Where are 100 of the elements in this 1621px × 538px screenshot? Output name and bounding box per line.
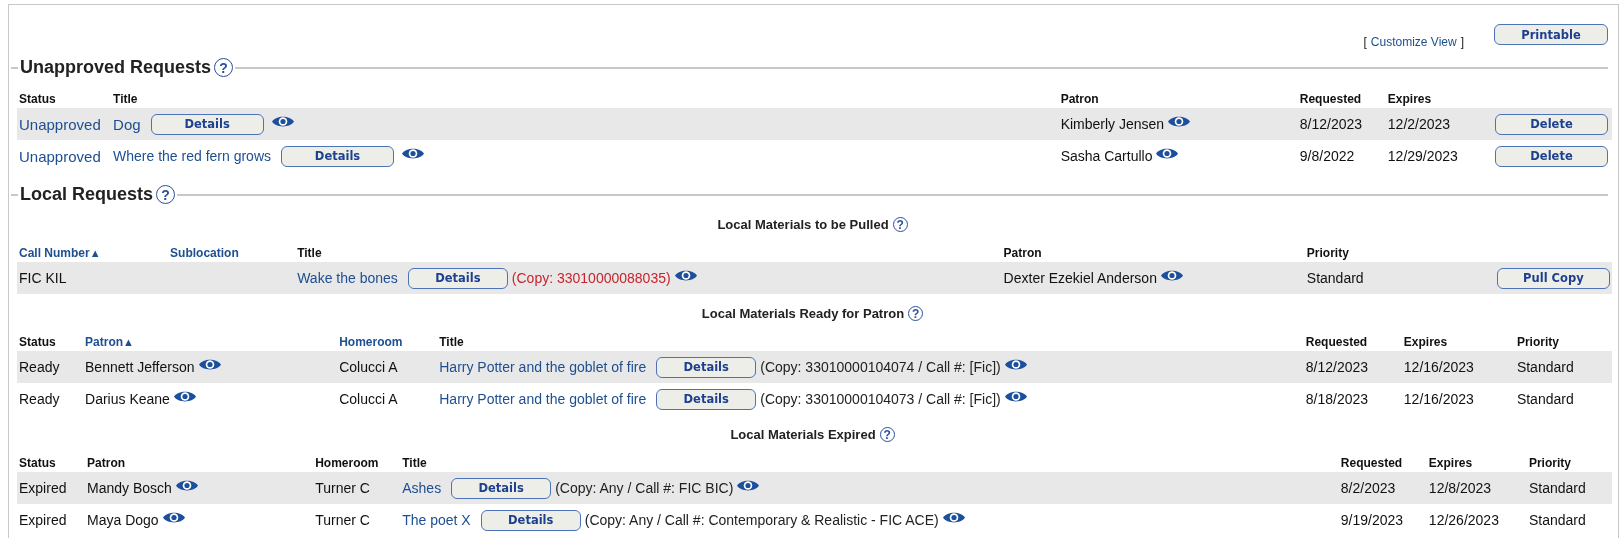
table-cell: Colucci A <box>339 359 398 375</box>
title-link[interactable]: Harry Potter and the goblet of fire <box>439 359 647 375</box>
column-header: Priority <box>1528 456 1571 470</box>
action-button[interactable]: Pull Copy <box>1496 267 1610 289</box>
title-link[interactable]: The poet X <box>402 512 471 528</box>
copy-info: (Copy: Any / Call #: FIC BIC) <box>555 480 734 496</box>
column-header[interactable]: Call Number▲ <box>19 246 101 260</box>
table-cell: Turner C <box>315 480 370 496</box>
table-cell: 12/16/2023 <box>1403 391 1474 407</box>
column-header: Priority <box>1516 335 1559 349</box>
eye-icon[interactable] <box>1167 114 1192 129</box>
eye-icon[interactable] <box>161 510 186 525</box>
patron-name: Mandy Bosch <box>87 480 172 496</box>
table-cell: 9/8/2022 <box>1299 148 1355 164</box>
column-header: Title <box>297 246 322 260</box>
table-cell: Ready <box>19 359 60 375</box>
section-title: Unapproved Requests <box>19 57 213 78</box>
eye-icon[interactable] <box>673 268 698 283</box>
details-button[interactable]: Details <box>150 113 264 135</box>
table-cell: Turner C <box>315 512 370 528</box>
section-title: Local Requests <box>19 184 155 205</box>
eye-icon[interactable] <box>172 389 197 404</box>
table-heading: Local Materials Expired <box>730 427 876 442</box>
table-cell: 12/16/2023 <box>1403 359 1474 375</box>
title-link[interactable]: Where the red fern grows <box>113 148 271 164</box>
table-heading: Local Materials Ready for Patron <box>701 306 905 321</box>
column-header: Requested <box>1299 92 1362 106</box>
table-heading: Local Materials to be Pulled <box>717 217 889 232</box>
title-link[interactable]: Harry Potter and the goblet of fire <box>439 391 647 407</box>
title-link[interactable]: Ashes <box>402 480 442 496</box>
column-header: Expires <box>1428 456 1473 470</box>
copy-info: (Copy: Any / Call #: Contemporary & Realistic - FIC ACE) <box>584 512 939 528</box>
column-header[interactable]: Homeroom <box>339 335 403 349</box>
column-header: Title <box>113 92 138 106</box>
details-button[interactable]: Details <box>281 145 394 167</box>
table-cell: 12/2/2023 <box>1387 116 1451 132</box>
details-button[interactable]: Details <box>480 509 581 531</box>
eye-icon[interactable] <box>1003 389 1028 404</box>
table-cell: 8/12/2023 <box>1299 116 1363 132</box>
copy-info: (Copy: 33010000104073 / Call #: [Fic]) <box>760 391 1001 407</box>
patron-name: Dexter Ezekiel Anderson <box>1003 270 1157 286</box>
table-cell: 12/26/2023 <box>1428 512 1499 528</box>
patron-name: Bennett Jefferson <box>85 359 195 375</box>
sort-arrow-icon[interactable]: ▲ <box>89 247 101 259</box>
details-button[interactable]: Details <box>451 477 552 499</box>
table-cell: 12/29/2023 <box>1387 148 1458 164</box>
column-header[interactable]: Sublocation <box>170 246 239 260</box>
column-header: Status <box>19 335 56 349</box>
table-cell: FIC KIL <box>19 270 67 286</box>
column-header: Status <box>19 92 56 106</box>
eye-icon[interactable] <box>197 357 222 372</box>
table-cell: Standard <box>1516 391 1574 407</box>
eye-icon[interactable] <box>1159 268 1184 283</box>
column-header: Patron <box>1060 92 1099 106</box>
table-cell: 9/19/2023 <box>1340 512 1404 528</box>
column-header[interactable]: Patron▲ <box>85 335 134 349</box>
column-header: Homeroom <box>315 456 379 470</box>
column-header: Priority <box>1306 246 1349 260</box>
table-cell: 8/2/2023 <box>1340 480 1396 496</box>
details-button[interactable]: Details <box>656 388 757 410</box>
column-header: Expires <box>1403 335 1448 349</box>
table-cell: Expired <box>19 480 67 496</box>
table-cell: Expired <box>19 512 67 528</box>
sort-arrow-icon[interactable]: ▲ <box>123 336 134 348</box>
eye-icon[interactable] <box>941 510 966 525</box>
table-cell: Standard <box>1516 359 1574 375</box>
printable-button[interactable]: Printable <box>1494 24 1608 45</box>
copy-info: (Copy: 33010000104074 / Call #: [Fic]) <box>760 359 1001 375</box>
patron-name: Kimberly Jensen <box>1060 116 1165 132</box>
action-button[interactable]: Delete <box>1495 113 1608 135</box>
bracket: [ <box>1363 35 1367 49</box>
table-cell: 8/12/2023 <box>1305 359 1369 375</box>
table-cell: Standard <box>1528 480 1586 496</box>
details-button[interactable]: Details <box>407 267 508 289</box>
column-header: Status <box>19 456 56 470</box>
eye-icon[interactable] <box>1155 146 1180 161</box>
details-button[interactable]: Details <box>656 356 757 378</box>
table-cell: Ready <box>19 391 60 407</box>
table-cell: 8/18/2023 <box>1305 391 1369 407</box>
column-header: Patron <box>87 456 126 470</box>
column-header: Expires <box>1387 92 1432 106</box>
title-link[interactable]: Wake the bones <box>297 270 398 286</box>
eye-icon[interactable] <box>401 146 425 161</box>
column-header: Title <box>402 456 427 470</box>
table-cell: Standard <box>1528 512 1586 528</box>
column-header: Requested <box>1340 456 1403 470</box>
customize-view-link[interactable]: Customize View <box>1370 35 1457 49</box>
column-header: Requested <box>1305 335 1368 349</box>
patron-name: Darius Keane <box>85 391 170 407</box>
table-cell: 12/8/2023 <box>1428 480 1492 496</box>
eye-icon[interactable] <box>736 478 761 493</box>
action-button[interactable]: Delete <box>1495 145 1608 167</box>
eye-icon[interactable] <box>270 114 295 129</box>
title-link[interactable]: Dog <box>113 115 141 133</box>
bracket: ] <box>1460 35 1464 49</box>
column-header: Patron <box>1003 246 1042 260</box>
column-header: Title <box>439 335 464 349</box>
eye-icon[interactable] <box>1003 357 1028 372</box>
status-link[interactable]: Unapproved <box>19 147 101 165</box>
eye-icon[interactable] <box>174 478 199 493</box>
